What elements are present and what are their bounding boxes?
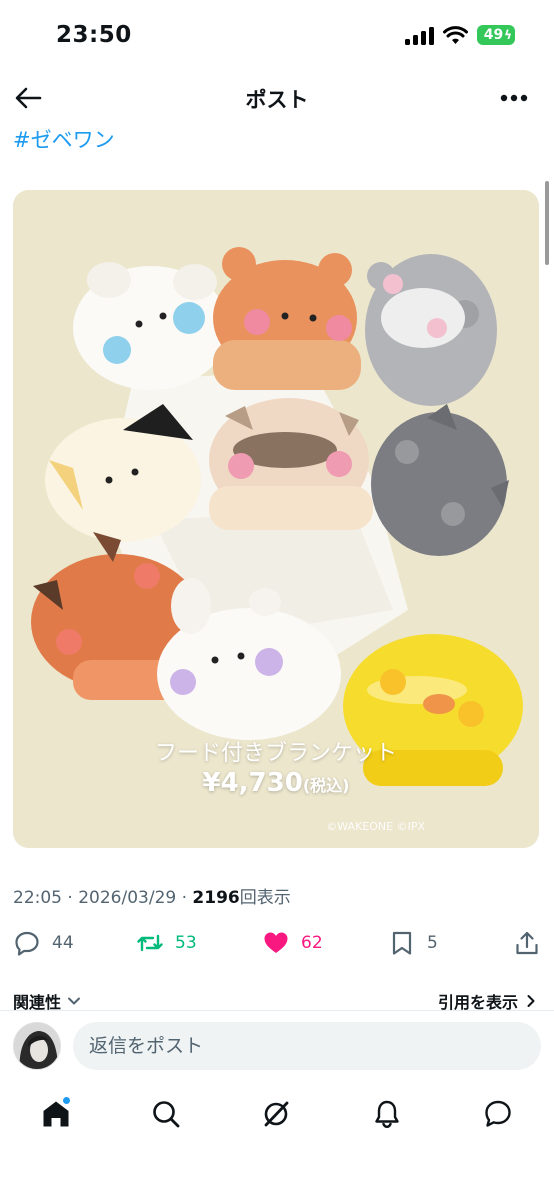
nav-messages[interactable]: [483, 1099, 513, 1129]
signal-icon: [405, 27, 434, 45]
chevron-right-icon: [527, 995, 535, 1007]
nav-search[interactable]: [151, 1099, 181, 1129]
battery-level: 49: [483, 27, 504, 43]
retweet-button[interactable]: 53: [137, 922, 197, 964]
notification-dot: [62, 1096, 71, 1105]
more-options-icon[interactable]: [500, 94, 528, 102]
avatar[interactable]: [13, 1022, 61, 1070]
messages-icon: [485, 1100, 511, 1127]
status-time: 23:50: [56, 22, 132, 48]
page-title: ポスト: [245, 88, 309, 112]
post-meta: 22:05 · 2026/03/29 · 2196回表示: [13, 883, 291, 908]
post-date: 2026/03/29: [78, 888, 177, 908]
nav-grok[interactable]: [261, 1099, 291, 1129]
avatar-image: [14, 1023, 60, 1069]
bottom-navigation: [0, 1085, 554, 1149]
heart-icon: [264, 932, 288, 953]
reply-count: 44: [52, 933, 74, 953]
meta-separator: ·: [176, 888, 193, 908]
bell-icon: [375, 1100, 399, 1129]
battery-indicator: 49 ϟ: [477, 25, 515, 45]
retweet-icon: [137, 934, 163, 952]
image-copyright: ©WAKEONE ©IPX: [326, 820, 425, 833]
post-time: 22:05: [13, 888, 62, 908]
price-value: ¥4,730: [202, 768, 303, 798]
scrollbar[interactable]: [545, 181, 549, 265]
reply-bar: 返信をポスト: [0, 1011, 554, 1079]
bookmark-count: 5: [427, 933, 438, 953]
search-icon: [153, 1101, 180, 1128]
post-actions: 44 53 62 5: [0, 922, 554, 964]
nav-notifications[interactable]: [372, 1099, 402, 1129]
reply-icon: [15, 931, 39, 956]
product-price: ¥4,730(税込): [13, 768, 539, 798]
share-button[interactable]: [514, 922, 540, 964]
charging-bolt-icon: ϟ: [504, 28, 512, 42]
wifi-icon: [443, 26, 468, 44]
nav-home[interactable]: [41, 1096, 71, 1129]
hashtag-link[interactable]: #ゼベワン: [13, 124, 115, 154]
reply-input[interactable]: 返信をポスト: [73, 1022, 541, 1070]
price-tax-label: (税込): [302, 776, 350, 795]
status-bar: 23:50 49 ϟ: [0, 0, 554, 74]
post-image[interactable]: フード付きブランケット ¥4,730(税込) ©WAKEONE ©IPX: [13, 190, 539, 848]
bookmark-button[interactable]: 5: [389, 922, 438, 964]
views-count: 2196: [192, 888, 240, 908]
top-bar: ポスト: [0, 74, 554, 122]
chevron-down-icon: [68, 997, 81, 1005]
bookmark-icon: [392, 931, 412, 955]
views-label: 回表示: [239, 888, 291, 908]
retweet-count: 53: [175, 933, 197, 953]
meta-separator: ·: [62, 888, 79, 908]
product-name: フード付きブランケット: [154, 741, 397, 766]
like-button[interactable]: 62: [263, 922, 323, 964]
share-icon: [516, 931, 538, 955]
grok-icon: [264, 1101, 289, 1127]
reply-button[interactable]: 44: [14, 922, 74, 964]
like-count: 62: [301, 933, 323, 953]
